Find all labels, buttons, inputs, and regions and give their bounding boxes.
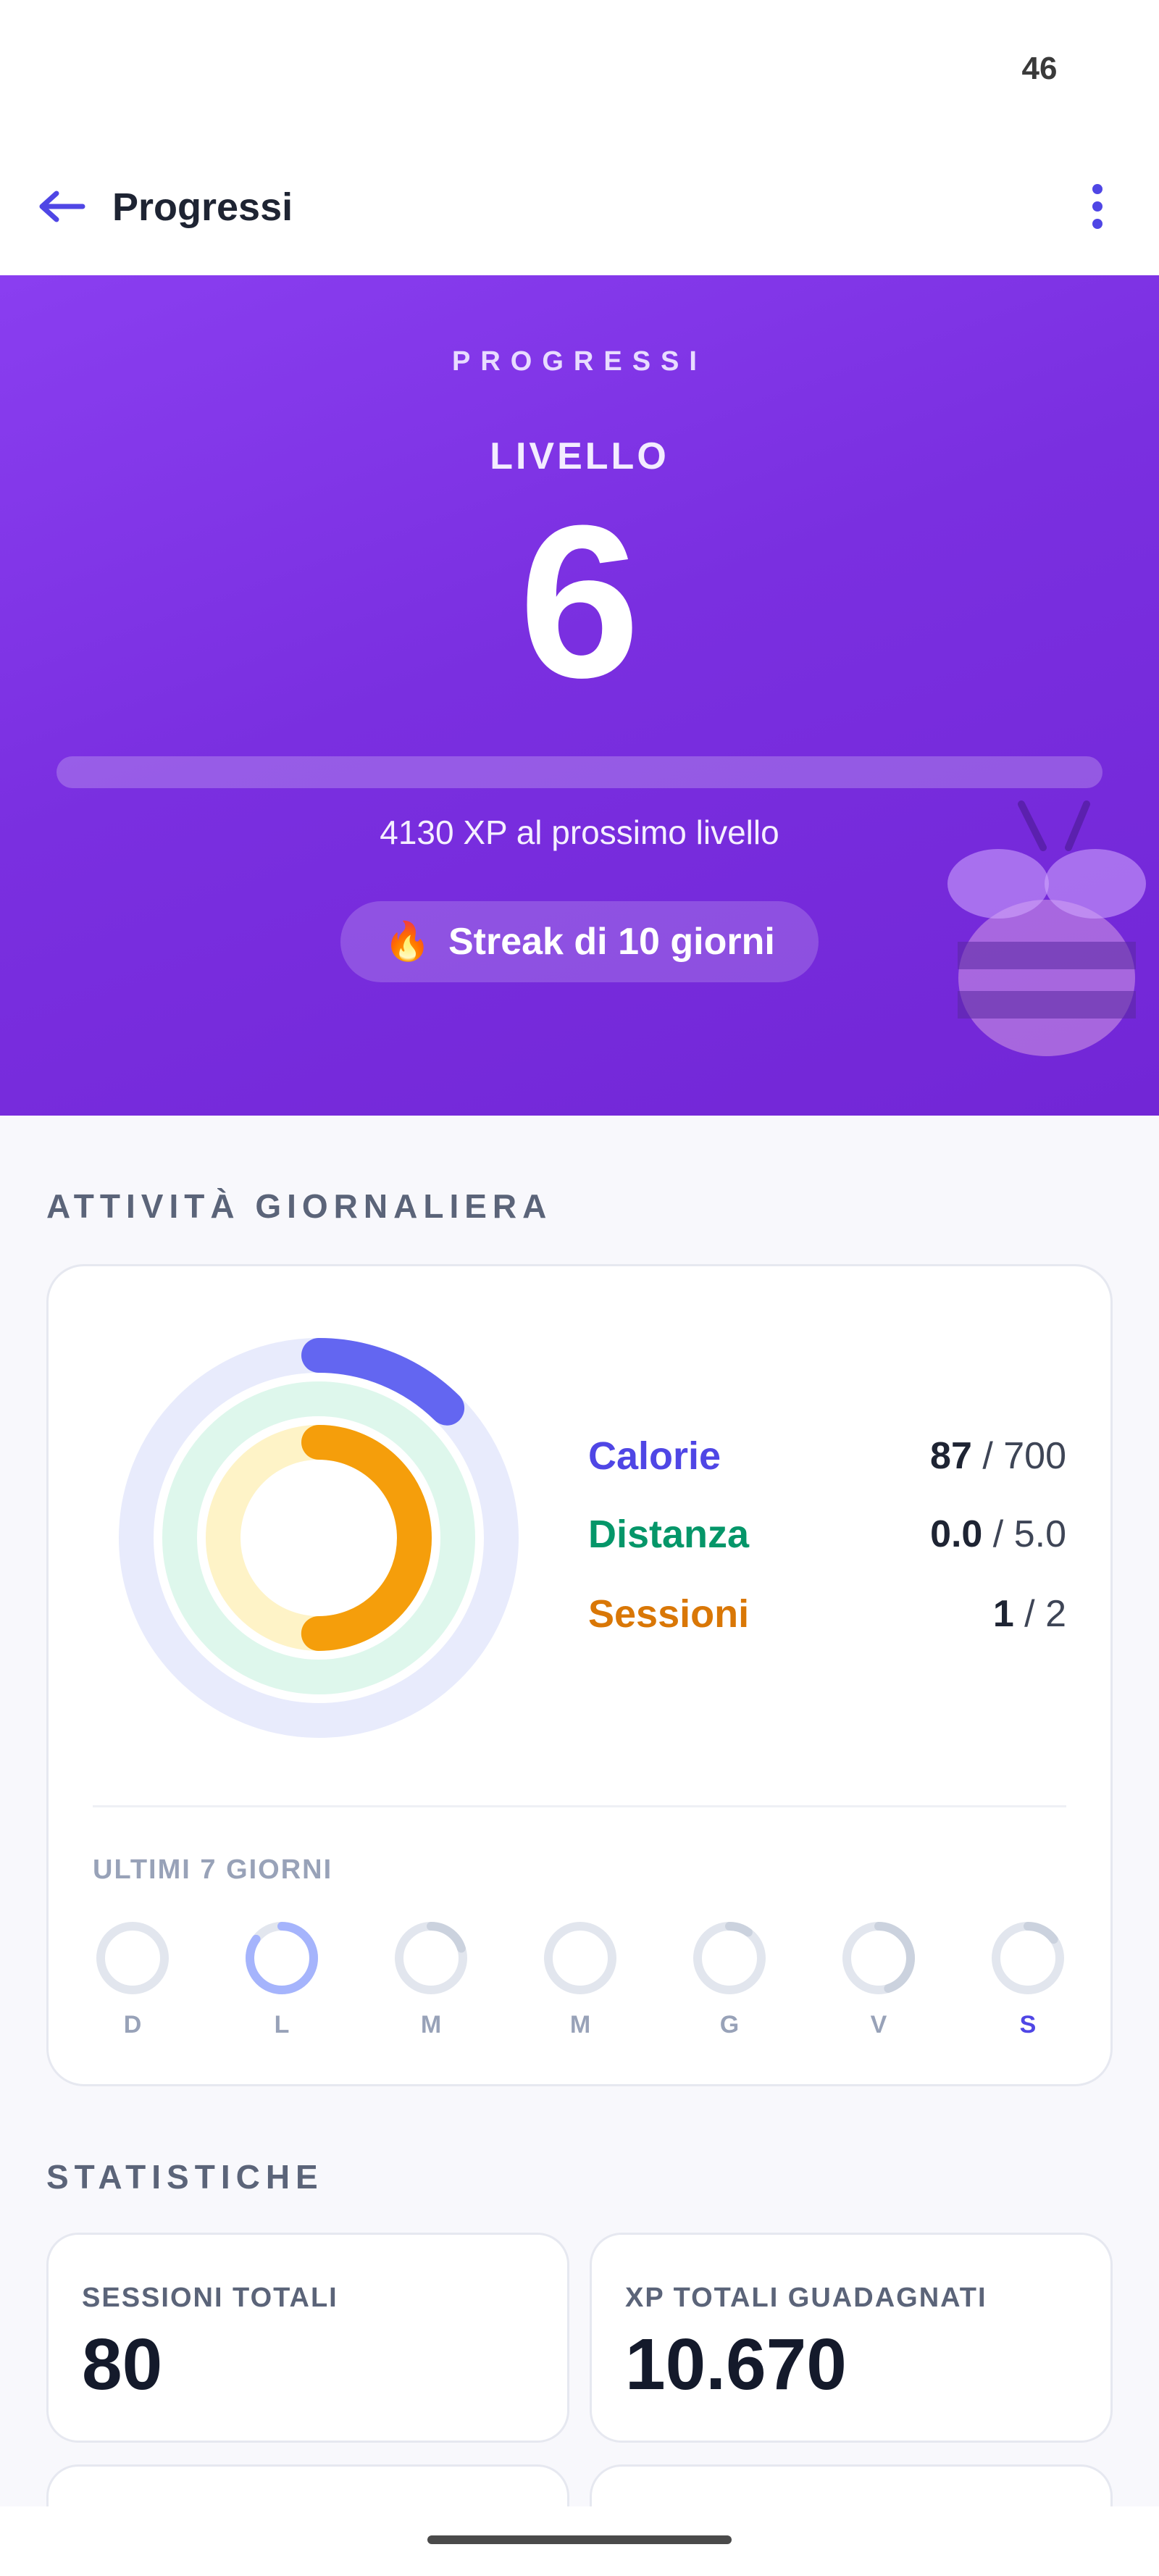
day-letter: G [719,2011,740,2038]
status-time: 46 [1021,51,1058,86]
streak-badge[interactable]: 🔥 Streak di 10 giorni [340,901,819,982]
day-ring [96,1922,169,1994]
metric-value: 87 / 700 [930,1435,1066,1477]
day-ring [544,1922,616,1994]
day-ring-track [96,1922,169,1994]
fire-icon: 🔥 [384,921,431,963]
day-item[interactable]: D [93,1918,172,2039]
activity-rings [119,1338,519,1738]
page-title: Progressi [112,185,293,229]
day-item[interactable]: M [540,1918,620,2039]
xp-progress-bar [57,756,1102,788]
metric-sessions-row: Sessioni 1 / 2 [588,1585,1066,1643]
day-letter: S [1019,2011,1037,2038]
day-ring [992,1922,1064,1994]
day-item[interactable]: M [391,1918,471,2039]
level-number: 6 [519,480,640,723]
metric-name: Distanza [588,1513,750,1556]
day-letter: M [420,2011,442,2038]
day-ring [246,1922,318,1994]
home-indicator[interactable] [427,2535,732,2544]
back-button[interactable] [33,174,91,239]
stat-label: XP TOTALI GUADAGNATI [625,2283,987,2313]
stat-card-xp[interactable]: XP TOTALI GUADAGNATI 10.670 [590,2233,1113,2443]
stat-value: 80 [82,2324,163,2405]
arrow-left-icon [39,191,85,222]
stat-value: 10.670 [625,2324,847,2405]
day-item[interactable]: V [839,1918,919,2039]
stats-section-title: STATISTICHE [46,2158,324,2196]
stat-card-sessions[interactable]: SESSIONI TOTALI 80 [46,2233,569,2443]
day-ring [842,1922,915,1994]
level-label: LIVELLO [490,435,669,477]
card-divider [93,1805,1066,1807]
metric-distance-row: Distanza 0.0 / 5.0 [588,1505,1066,1563]
streak-text: Streak di 10 giorni [448,921,775,963]
more-options-button[interactable] [1065,174,1130,239]
day-item[interactable]: L [242,1918,322,2039]
day-letter: L [274,2011,290,2038]
metric-name: Sessioni [588,1592,750,1636]
xp-remaining-text: 4130 XP al prossimo livello [380,814,779,851]
day-ring-track [693,1922,766,1994]
day-letter: M [569,2011,591,2038]
day-letter: V [870,2011,887,2038]
hero-kicker: PROGRESSI [452,346,707,377]
metric-name: Calorie [588,1434,721,1478]
day-ring [395,1922,467,1994]
metric-value: 0.0 / 5.0 [930,1513,1066,1555]
metric-calorie-row: Calorie 87 / 700 [588,1427,1066,1485]
day-item[interactable]: G [690,1918,769,2039]
activity-section-title: ATTIVITÀ GIORNALIERA [46,1187,553,1225]
metric-value: 1 / 2 [992,1593,1066,1635]
day-item[interactable]: S [988,1918,1068,2039]
week-label: ULTIMI 7 GIORNI [93,1854,333,1885]
more-vertical-icon [1092,184,1102,229]
status-bar [0,0,1159,145]
stat-label: SESSIONI TOTALI [82,2283,338,2313]
day-ring-track [544,1922,616,1994]
day-letter: D [123,2011,142,2038]
day-ring [693,1922,766,1994]
